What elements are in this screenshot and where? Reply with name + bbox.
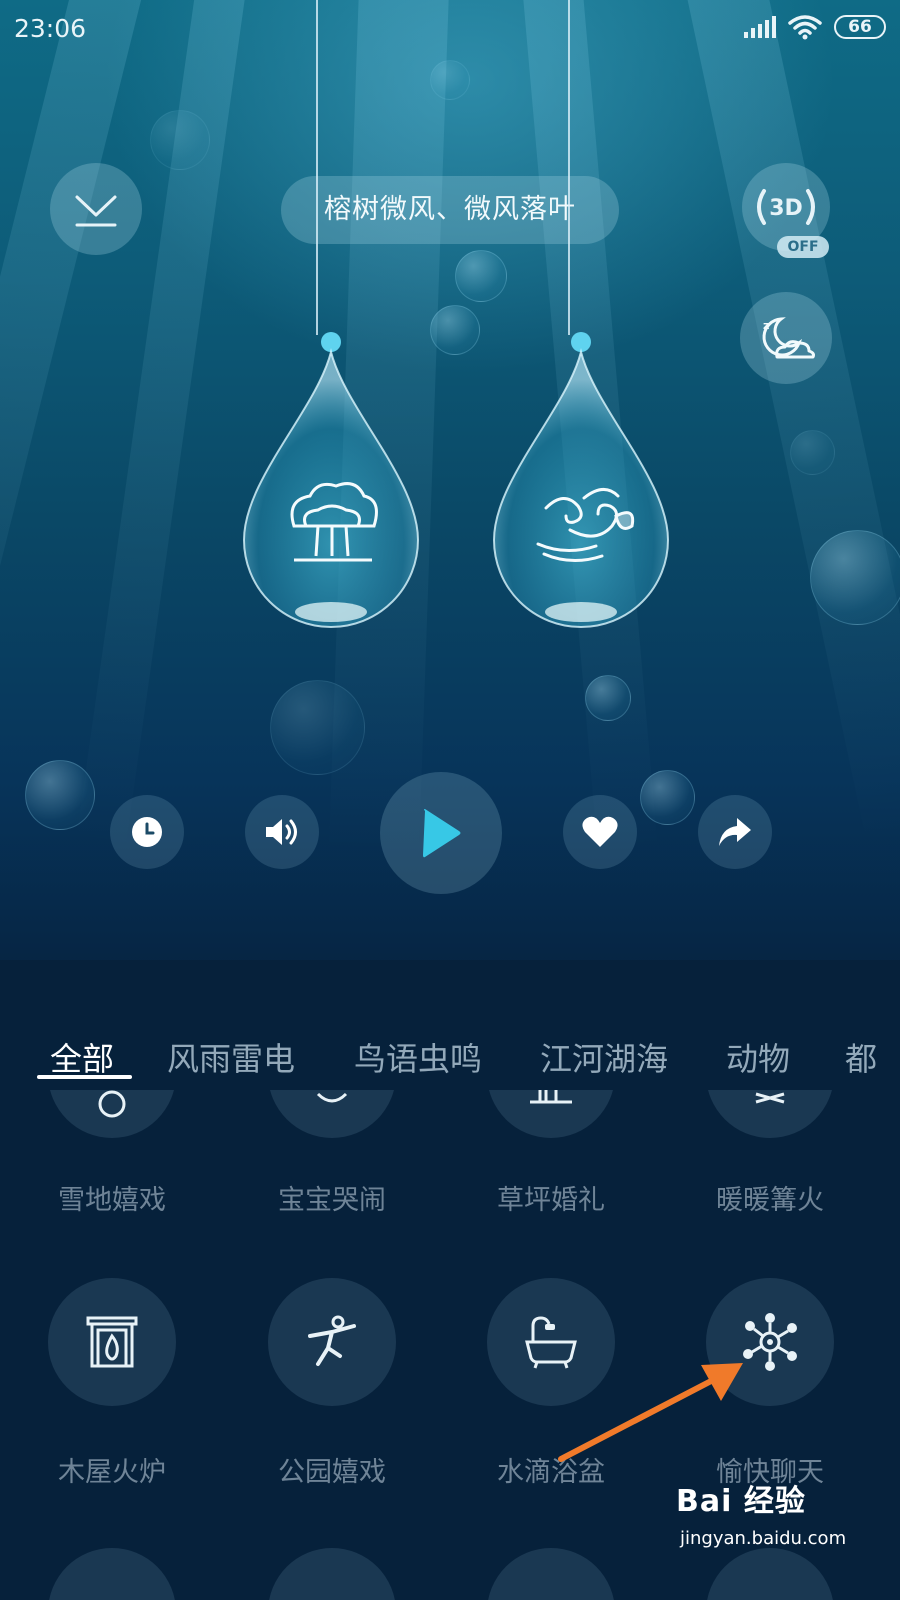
sound-tile-snow-play[interactable]: [48, 1090, 176, 1138]
sound-tile-row3[interactable]: [487, 1548, 615, 1600]
sound-tile-baby-cry[interactable]: [268, 1090, 396, 1138]
share-button[interactable]: [698, 795, 772, 869]
tab-city[interactable]: 都: [845, 1034, 877, 1080]
sound-tile-row3[interactable]: [268, 1548, 396, 1600]
tab-animals[interactable]: 动物: [726, 1034, 790, 1080]
download-icon: [75, 195, 117, 227]
baidu-jingyan-watermark: Bai 经验 jingyan.baidu.com: [676, 1476, 876, 1576]
sound-tile-row3[interactable]: [48, 1548, 176, 1600]
sound-tile-cabin-stove[interactable]: [48, 1278, 176, 1406]
play-button[interactable]: [380, 772, 502, 894]
sound-tile-park-play[interactable]: [268, 1278, 396, 1406]
favorite-button[interactable]: [563, 795, 637, 869]
timer-button[interactable]: [110, 795, 184, 869]
timer-icon: [132, 817, 162, 847]
status-icons: 66: [744, 14, 886, 40]
play-icon: [423, 809, 461, 858]
tab-all[interactable]: 全部: [50, 1034, 114, 1080]
sound-label: 草坪婚礼: [497, 1185, 605, 1216]
moon-cloud-icon: z: [762, 317, 815, 359]
status-time: 23:06: [14, 14, 87, 43]
annotation-arrow: [558, 1363, 743, 1462]
fireplace-icon: [86, 1316, 138, 1368]
signal-icon: [744, 16, 776, 38]
sound-label: 木屋火炉: [58, 1457, 166, 1488]
sound-label: 宝宝哭闹: [278, 1185, 386, 1216]
battery-indicator: 66: [834, 15, 886, 39]
svg-text:z: z: [763, 319, 769, 332]
share-icon: [719, 818, 751, 846]
baby-icon: [316, 1092, 348, 1103]
sound-drop-banyan[interactable]: [236, 330, 426, 639]
tab-weather[interactable]: 风雨雷电: [167, 1034, 295, 1080]
lawn-icon: [530, 1090, 572, 1104]
wifi-icon: [788, 15, 822, 40]
tab-birds-insects[interactable]: 鸟语虫鸣: [354, 1034, 482, 1080]
heart-icon: [582, 816, 618, 847]
snowball-icon: [98, 1090, 126, 1118]
watermark-url: jingyan.baidu.com: [680, 1528, 847, 1549]
campfire-icon: [755, 1092, 785, 1104]
running-person-icon: [308, 1315, 356, 1366]
drop-string-right: [568, 0, 570, 335]
tab-water[interactable]: 江河湖海: [540, 1034, 668, 1080]
volume-button[interactable]: [245, 795, 319, 869]
volume-icon: [266, 819, 297, 845]
3d-icon: 3D: [757, 189, 815, 225]
3d-state-badge: OFF: [777, 236, 829, 258]
svg-text:3D: 3D: [769, 196, 803, 221]
category-tabs: 全部 风雨雷电 鸟语虫鸣 江河湖海 动物 都: [0, 1020, 900, 1090]
sound-label: 雪地嬉戏: [58, 1185, 166, 1216]
drop-string-left: [316, 0, 318, 335]
sound-tile-campfire[interactable]: [706, 1090, 834, 1138]
sleep-mode-button[interactable]: z: [740, 292, 832, 384]
download-button[interactable]: [50, 163, 142, 255]
sound-drop-wind-leaf[interactable]: [486, 330, 676, 639]
watermark-brand: Bai 经验: [676, 1484, 806, 1519]
sound-tile-lawn-wedding[interactable]: [487, 1090, 615, 1138]
sound-label: 公园嬉戏: [278, 1457, 386, 1488]
sound-label: 暖暖篝火: [716, 1185, 824, 1216]
active-tab-indicator: [37, 1075, 132, 1079]
